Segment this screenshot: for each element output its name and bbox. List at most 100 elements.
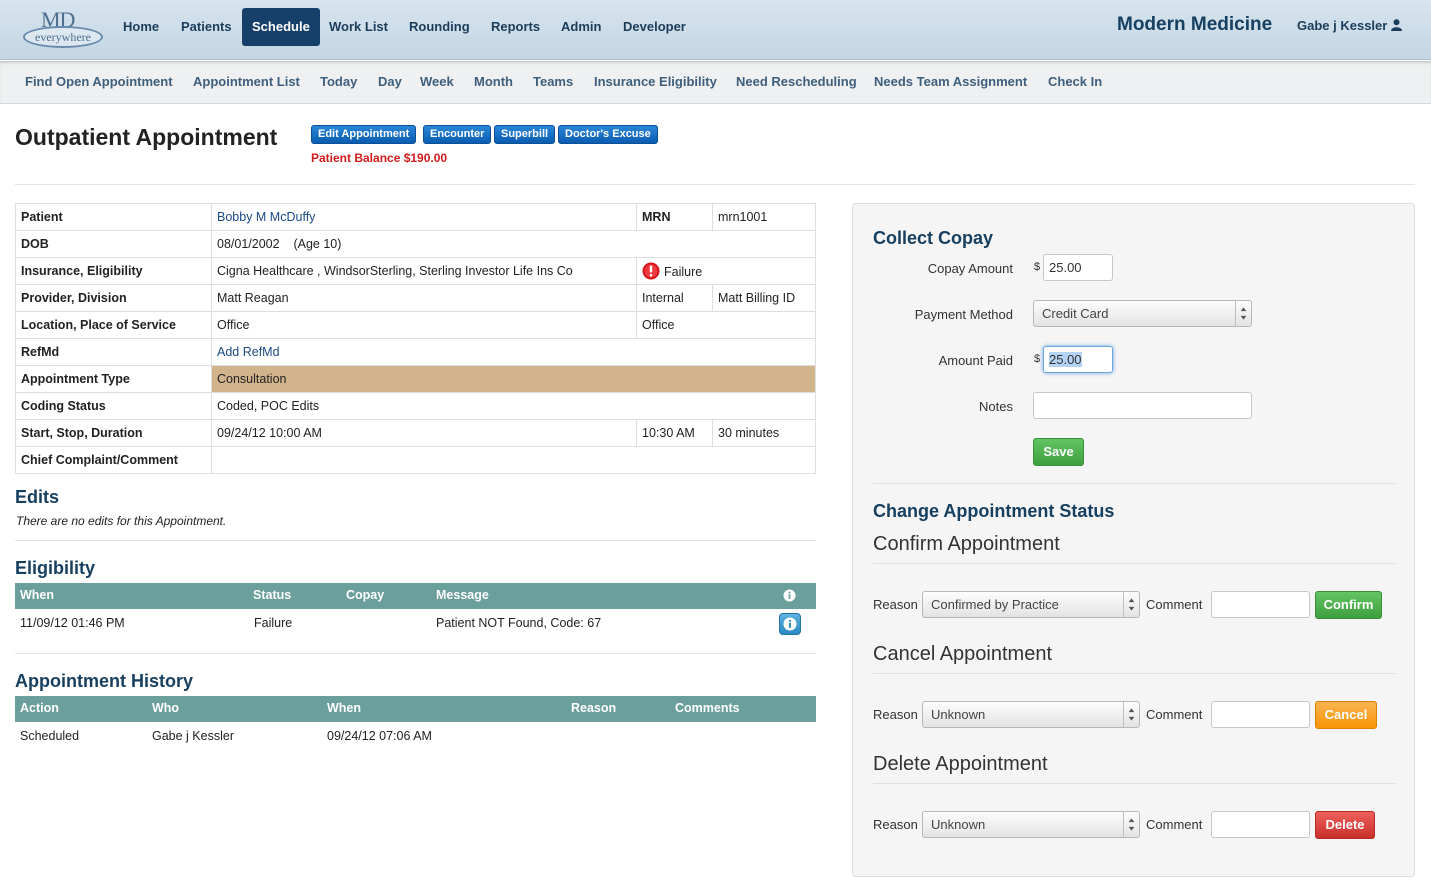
eligibility-col-status: Status [253, 588, 292, 602]
copay-amount-input[interactable]: 25.00 [1043, 254, 1113, 281]
notes-input[interactable] [1033, 392, 1252, 419]
delete-appointment-button[interactable]: Delete [1315, 811, 1375, 839]
select-arrows-icon [1123, 702, 1135, 727]
confirm-reason-select[interactable]: Confirmed by Practice [922, 591, 1140, 618]
confirm-reason-label: Reason [873, 597, 918, 612]
schedule-subnav: Find Open Appointment Appointment List T… [0, 61, 1431, 104]
eligibility-value: Failure [636, 257, 816, 285]
cancel-appointment-button[interactable]: Cancel [1315, 701, 1377, 729]
delete-reason-select[interactable]: Unknown [922, 811, 1140, 838]
user-menu[interactable]: Gabe j Kessler [1297, 18, 1403, 33]
billing-id-value: Matt Billing ID [712, 284, 816, 312]
subnav-day[interactable]: Day [378, 74, 402, 89]
edits-title: Edits [15, 487, 60, 507]
subnav-week[interactable]: Week [420, 74, 454, 89]
subnav-find-open-appointment[interactable]: Find Open Appointment [25, 74, 173, 89]
confirm-reason-value: Confirmed by Practice [931, 597, 1059, 612]
confirm-comment-label: Comment [1146, 597, 1203, 612]
info-icon [783, 617, 797, 631]
subnav-today[interactable]: Today [320, 74, 357, 89]
cancel-comment-input[interactable] [1211, 701, 1310, 728]
delete-reason-value: Unknown [931, 817, 986, 832]
chief-complaint-value [211, 446, 816, 474]
eligibility-details-button[interactable] [779, 613, 801, 635]
nav-reports[interactable]: Reports [481, 8, 550, 46]
nav-schedule[interactable]: Schedule [242, 8, 320, 46]
patient-label: Patient [15, 203, 212, 231]
payment-method-label: Payment Method [914, 307, 1013, 322]
nav-patients[interactable]: Patients [171, 8, 242, 46]
user-icon [1391, 19, 1403, 31]
history-row-action: Scheduled [20, 729, 80, 743]
cancel-appointment-title: Cancel Appointment [873, 643, 1053, 665]
refmd-label: RefMd [15, 338, 212, 366]
subnav-teams[interactable]: Teams [533, 74, 573, 89]
top-navbar: MD everywhere Home Patients Schedule Wor… [0, 0, 1431, 60]
eligibility-row-when: 11/09/12 01:46 PM [20, 616, 125, 630]
nav-developer[interactable]: Developer [613, 8, 696, 46]
doctors-excuse-button[interactable]: Doctor's Excuse [558, 125, 658, 144]
appointment-type-label: Appointment Type [15, 365, 212, 393]
history-col-who: Who [152, 701, 180, 715]
mrn-value: mrn1001 [712, 203, 816, 231]
provider-label: Provider, Division [15, 284, 212, 312]
insurance-value: Cigna Healthcare , WindsorSterling, Ster… [211, 257, 637, 285]
header-divider [15, 184, 1415, 185]
location-label: Location, Place of Service [15, 311, 212, 339]
superbill-button[interactable]: Superbill [494, 125, 556, 144]
save-copay-button[interactable]: Save [1033, 438, 1084, 466]
nav-admin[interactable]: Admin [551, 8, 611, 46]
payment-method-select[interactable]: Credit Card [1033, 300, 1252, 327]
mrn-label: MRN [636, 203, 713, 231]
coding-status-label: Coding Status [15, 392, 212, 420]
nav-home[interactable]: Home [113, 8, 169, 46]
duration-value: 30 minutes [712, 419, 816, 447]
eligibility-col-message: Message [436, 588, 489, 602]
copay-amount-label: Copay Amount [927, 261, 1013, 276]
place-of-service-value: Office [636, 311, 816, 339]
row-insurance: Insurance, Eligibility Cigna Healthcare … [15, 257, 816, 285]
coding-status-value: Coded, POC Edits [211, 392, 816, 420]
paid-currency: $ [1034, 353, 1041, 365]
edit-appointment-button[interactable]: Edit Appointment [311, 125, 417, 144]
confirm-button[interactable]: Confirm [1315, 591, 1382, 619]
appointment-type-value: Consultation [211, 365, 816, 393]
nav-rounding[interactable]: Rounding [399, 8, 480, 46]
add-refmd-link[interactable]: Add RefMd [217, 345, 280, 359]
delete-comment-input[interactable] [1211, 811, 1310, 838]
delete-appointment-title: Delete Appointment [873, 753, 1048, 775]
delete-reason-label: Reason [873, 817, 918, 832]
history-header: Action Who When Reason Comments [15, 696, 816, 722]
eligibility-divider [15, 653, 816, 654]
row-appointment-type: Appointment Type Consultation [15, 365, 816, 393]
subnav-month[interactable]: Month [474, 74, 513, 89]
subnav-need-rescheduling[interactable]: Need Rescheduling [736, 74, 857, 89]
notes-label: Notes [979, 399, 1013, 414]
row-patient: Patient Bobby M McDuffy MRN mrn1001 [15, 203, 816, 231]
nav-work-list[interactable]: Work List [319, 8, 398, 46]
eligibility-title: Eligibility [15, 558, 96, 578]
encounter-button[interactable]: Encounter [423, 125, 492, 144]
history-col-when: When [327, 701, 362, 715]
confirm-comment-input[interactable] [1211, 591, 1310, 618]
subnav-needs-team-assignment[interactable]: Needs Team Assignment [874, 74, 1027, 89]
subnav-appointment-list[interactable]: Appointment List [193, 74, 300, 89]
patient-link[interactable]: Bobby M McDuffy [217, 210, 315, 224]
copay-currency: $ [1034, 261, 1041, 273]
md-everywhere-logo[interactable]: MD everywhere [15, 7, 103, 48]
eligibility-col-copay: Copay [346, 588, 385, 602]
subnav-check-in[interactable]: Check In [1048, 74, 1102, 89]
row-location: Location, Place of Service Office Office [15, 311, 816, 339]
dob-label: DOB [15, 230, 212, 258]
start-stop-label: Start, Stop, Duration [15, 419, 212, 447]
delete-comment-label: Comment [1146, 817, 1203, 832]
subnav-insurance-eligibility[interactable]: Insurance Eligibility [594, 74, 717, 89]
eligibility-row-status: Failure [254, 616, 293, 630]
payment-method-value: Credit Card [1042, 306, 1109, 321]
cancel-reason-label: Reason [873, 707, 918, 722]
patient-balance: Patient Balance $190.00 [311, 151, 448, 165]
cancel-reason-select[interactable]: Unknown [922, 701, 1140, 728]
row-refmd: RefMd Add RefMd [15, 338, 816, 366]
amount-paid-input[interactable]: 25.00 [1043, 346, 1113, 373]
row-dob: DOB 08/01/2002 (Age 10) [15, 230, 816, 258]
